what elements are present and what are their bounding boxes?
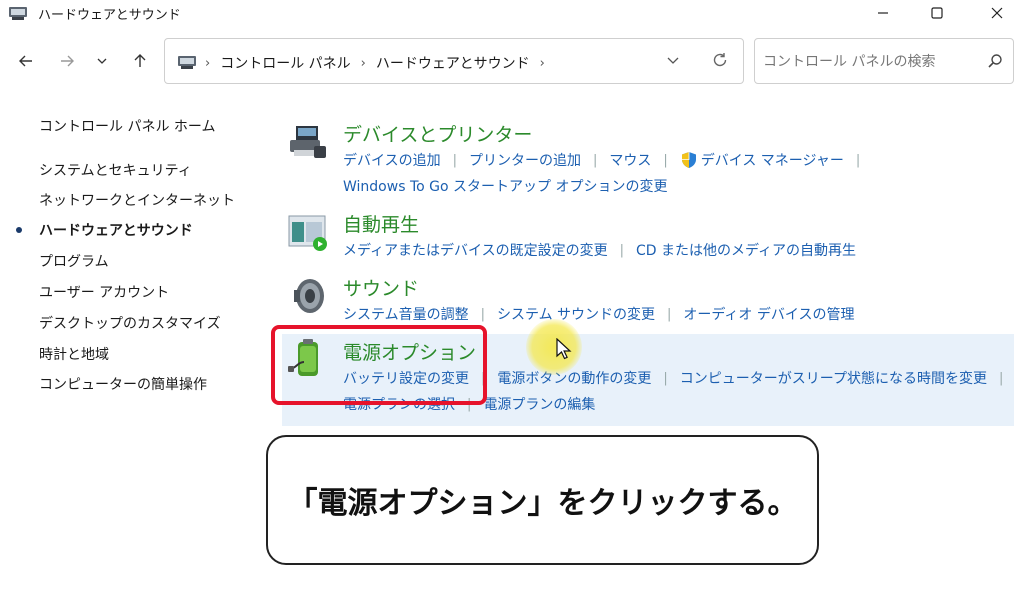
breadcrumb-separator-icon[interactable]: › (361, 56, 366, 71)
active-bullet-icon (16, 227, 22, 233)
arrow-left-icon (19, 55, 32, 67)
search-input[interactable] (763, 51, 973, 73)
devices-links-row2: Windows To Go スタートアップ オプションの変更 (343, 176, 667, 196)
control-panel-icon (9, 7, 27, 20)
link-adjust-volume[interactable]: システム音量の調整 (343, 304, 469, 324)
sidebar-item-personalization[interactable]: デスクトップのカスタマイズ (39, 313, 221, 333)
highlight-frame (271, 325, 487, 405)
sidebar-item-home[interactable]: コントロール パネル ホーム (39, 116, 215, 136)
link-divider: | (480, 306, 485, 322)
link-divider: | (663, 152, 668, 168)
link-media-defaults[interactable]: メディアまたはデバイスの既定設定の変更 (343, 240, 608, 260)
close-button[interactable] (974, 0, 1020, 26)
sidebar-item-system-security[interactable]: システムとセキュリティ (39, 160, 192, 180)
link-change-system-sounds[interactable]: システム サウンドの変更 (497, 304, 655, 324)
link-device-manager[interactable]: デバイス マネージャー (701, 150, 844, 170)
sound-links: システム音量の調整 | システム サウンドの変更 | オーディオ デバイスの管理 (343, 304, 854, 324)
cursor-highlight (526, 319, 582, 375)
link-divider: | (998, 370, 1004, 386)
breadcrumb-separator-icon[interactable]: › (205, 56, 210, 71)
back-button[interactable] (13, 48, 39, 74)
autoplay-title[interactable]: 自動再生 (343, 210, 419, 237)
link-mouse[interactable]: マウス (609, 150, 651, 170)
address-bar[interactable]: › コントロール パネル › ハードウェアとサウンド › (164, 38, 744, 84)
refresh-icon[interactable] (711, 51, 729, 69)
maximize-icon (931, 7, 943, 19)
devices-links: デバイスの追加 | プリンターの追加 | マウス | デバイス マネージャー | (343, 150, 872, 170)
navigation-bar: › コントロール パネル › ハードウェアとサウンド › (0, 36, 1024, 86)
minimize-button[interactable] (860, 0, 906, 26)
link-sleep-time[interactable]: コンピューターがスリープ状態になる時間を変更 (680, 368, 987, 388)
window-title: ハードウェアとサウンド (38, 8, 181, 23)
sidebar-item-user-accounts[interactable]: ユーザー アカウント (39, 282, 169, 302)
sidebar-item-hardware-sound[interactable]: ハードウェアとサウンド (39, 220, 193, 240)
sound-title[interactable]: サウンド (343, 274, 419, 301)
breadcrumb-control-panel[interactable]: コントロール パネル (220, 53, 350, 73)
autoplay-icon (288, 215, 327, 251)
recent-locations-button[interactable] (89, 48, 115, 74)
mouse-pointer-icon (556, 338, 572, 360)
minimize-icon (878, 12, 888, 14)
shield-icon (681, 152, 696, 168)
link-divider: | (667, 306, 672, 322)
breadcrumb: › コントロール パネル › ハードウェアとサウンド › (205, 53, 555, 73)
up-button[interactable] (127, 48, 153, 74)
printer-icon (290, 126, 326, 158)
link-divider: | (452, 152, 457, 168)
devices-printers-title[interactable]: デバイスとプリンター (343, 120, 532, 147)
arrow-up-icon (134, 54, 146, 67)
link-divider: | (663, 370, 668, 386)
search-box[interactable] (754, 38, 1014, 84)
breadcrumb-separator-icon[interactable]: › (540, 56, 545, 71)
arrow-right-icon (61, 55, 74, 67)
search-icon[interactable] (987, 53, 1003, 69)
control-panel-icon (178, 56, 196, 69)
link-divider: | (592, 152, 598, 168)
sidebar-item-programs[interactable]: プログラム (39, 251, 109, 271)
link-power-button-action[interactable]: 電源ボタンの動作の変更 (497, 368, 651, 388)
link-manage-audio-devices[interactable]: オーディオ デバイスの管理 (683, 304, 854, 324)
link-edit-power-plan[interactable]: 電源プランの編集 (483, 394, 595, 414)
title-bar: ハードウェアとサウンド (0, 0, 1024, 26)
link-windows-to-go[interactable]: Windows To Go スタートアップ オプションの変更 (343, 176, 667, 196)
autoplay-links: メディアまたはデバイスの既定設定の変更 | CD または他のメディアの自動再生 (343, 240, 856, 260)
sidebar-item-ease-of-access[interactable]: コンピューターの簡単操作 (39, 374, 207, 394)
link-add-printer[interactable]: プリンターの追加 (469, 150, 581, 170)
link-divider: | (855, 152, 861, 168)
chevron-down-icon[interactable] (665, 52, 681, 68)
category-autoplay: 自動再生 メディアまたはデバイスの既定設定の変更 | CD または他のメディアの… (282, 210, 1014, 270)
category-devices-printers: デバイスとプリンター デバイスの追加 | プリンターの追加 | マウス | デバ… (282, 120, 1014, 200)
chevron-down-icon (97, 58, 107, 64)
link-add-device[interactable]: デバイスの追加 (343, 150, 441, 170)
breadcrumb-hardware-sound[interactable]: ハードウェアとサウンド (376, 53, 530, 73)
instruction-caption: 「電源オプション」をクリックする。 (266, 435, 819, 565)
link-cd-autoplay[interactable]: CD または他のメディアの自動再生 (636, 240, 856, 260)
close-icon (991, 7, 1003, 19)
caption-text: 「電源オプション」をクリックする。 (287, 486, 798, 521)
speaker-icon (294, 279, 324, 313)
sidebar-item-network[interactable]: ネットワークとインターネット (39, 190, 235, 210)
forward-button[interactable] (54, 48, 80, 74)
link-divider: | (619, 242, 624, 258)
sidebar-item-clock-region[interactable]: 時計と地域 (39, 344, 109, 364)
maximize-button[interactable] (914, 0, 960, 26)
